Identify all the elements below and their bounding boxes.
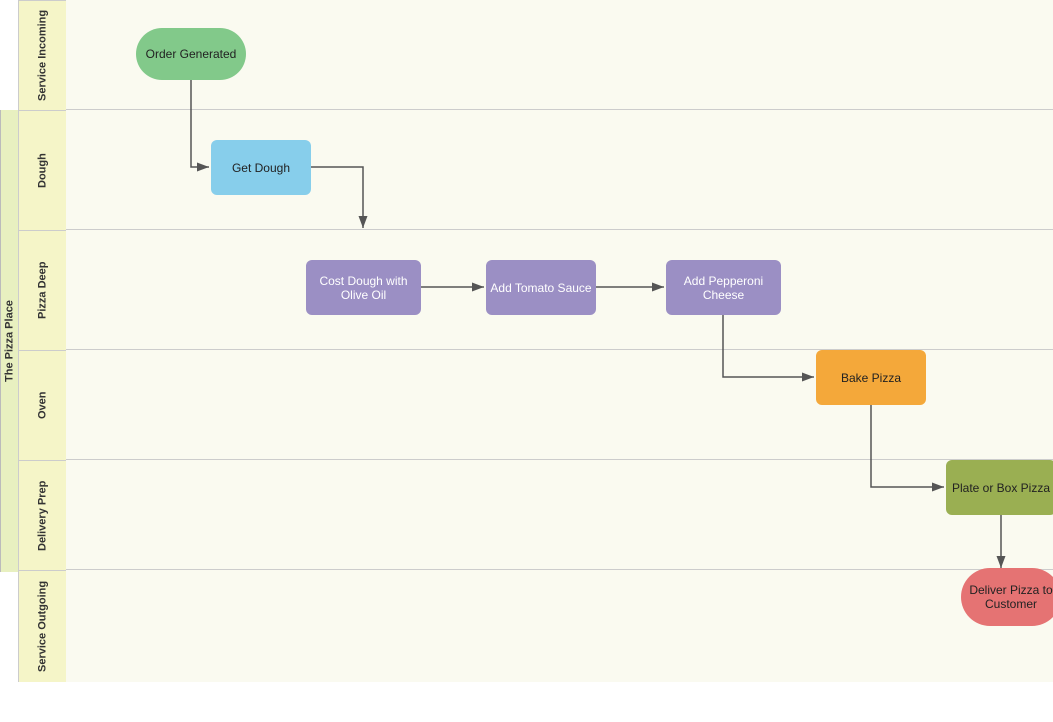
node-bake-pizza: Bake Pizza: [816, 350, 926, 405]
lanes-labels: Service Incoming Dough Pizza Deep Oven D…: [18, 0, 66, 722]
lane-delivery-prep: [66, 460, 1053, 570]
lane-label-pizza-deep: Pizza Deep: [18, 230, 66, 350]
lane-label-delivery-prep: Delivery Prep: [18, 460, 66, 570]
lane-label-oven: Oven: [18, 350, 66, 460]
node-order-generated: Order Generated: [136, 28, 246, 80]
outer-label: The Pizza Place: [0, 110, 18, 572]
node-cost-dough: Cost Dough with Olive Oil: [306, 260, 421, 315]
diagram-container: The Pizza Place Service Incoming Dough P…: [0, 0, 1053, 722]
lane-label-dough: Dough: [18, 110, 66, 230]
node-get-dough: Get Dough: [211, 140, 311, 195]
node-add-tomato: Add Tomato Sauce: [486, 260, 596, 315]
node-add-pepperoni: Add Pepperoni Cheese: [666, 260, 781, 315]
lane-label-service-outgoing: Service Outgoing: [18, 570, 66, 682]
lane-label-service-incoming: Service Incoming: [18, 0, 66, 110]
node-plate-box: Plate or Box Pizza: [946, 460, 1053, 515]
lane-service-outgoing: [66, 570, 1053, 682]
node-deliver: Deliver Pizza to Customer: [961, 568, 1053, 626]
lanes-content: Order Generated Get Dough Cost Dough wit…: [66, 0, 1053, 722]
